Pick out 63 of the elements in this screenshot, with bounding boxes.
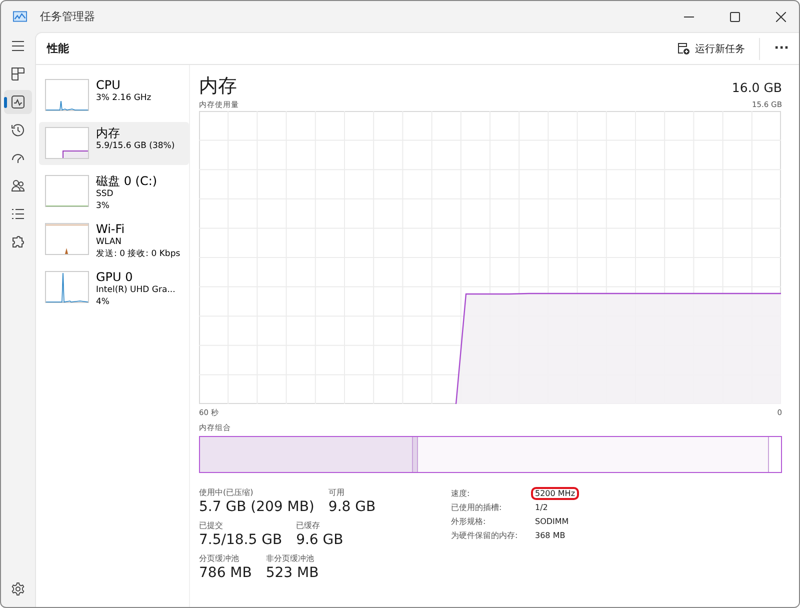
spec-label: 外形规格: <box>451 516 487 528</box>
spec-label: 已使用的插槽: <box>451 502 503 514</box>
device-detail: Intel(R) UHD Gra... <box>96 284 176 296</box>
users-icon <box>11 179 25 193</box>
spec-value: 5200 MHz <box>531 487 580 500</box>
close-icon[interactable] <box>776 12 786 22</box>
usage-thumbnail <box>45 175 89 207</box>
stat-value: 7.5/18.5 GB <box>199 531 282 549</box>
page-title: 性能 <box>47 41 69 56</box>
device-detail: 3% <box>96 200 110 212</box>
device-name: Wi-Fi <box>96 222 126 236</box>
device-detail: 4% <box>96 296 110 308</box>
maximize-icon[interactable] <box>730 12 740 22</box>
section-title: 内存 <box>199 74 237 99</box>
stat-value: 9.8 GB <box>328 498 376 516</box>
device-detail: 发送: 0 接收: 0 Kbps <box>96 248 180 260</box>
device-detail: 3% 2.16 GHz <box>96 92 152 104</box>
stat-label: 使用中(已压缩) <box>199 487 254 498</box>
more-button[interactable]: ··· <box>768 39 795 58</box>
device-item[interactable]: 磁盘 0 (C:) SSD 3% <box>39 170 189 213</box>
capacity-text: 16.0 GB <box>732 80 782 95</box>
history-icon <box>11 123 25 137</box>
new-task-icon <box>677 42 690 55</box>
settings-icon <box>11 582 25 596</box>
device-detail: SSD <box>96 188 114 200</box>
stat-value: 523 MB <box>266 564 319 582</box>
spec-value: 1/2 <box>534 502 549 514</box>
device-name: 内存 <box>96 126 121 140</box>
performance-icon <box>11 95 25 109</box>
stat-value: 786 MB <box>199 564 252 582</box>
app-icon <box>13 11 27 22</box>
spec-label: 为硬件保留的内存: <box>451 530 519 542</box>
stat-value: 9.6 GB <box>296 531 344 549</box>
spec-label: 速度: <box>451 488 471 500</box>
stat-label: 分页缓冲池 <box>199 553 240 564</box>
spec-value: SODIMM <box>534 516 570 528</box>
performance-nav-button[interactable] <box>4 90 32 114</box>
menu-icon <box>11 40 25 52</box>
stat-label: 非分页缓冲池 <box>266 553 315 564</box>
stat-label: 已提交 <box>199 520 224 531</box>
run-new-task-button[interactable]: 运行新任务 <box>671 38 752 60</box>
puzzle-icon <box>11 235 25 249</box>
device-item[interactable]: 内存 5.9/15.6 GB (38%) <box>39 122 189 165</box>
stat-label: 已缓存 <box>296 520 322 531</box>
list-icon <box>11 208 25 220</box>
usage-thumbnail <box>45 271 89 303</box>
spec-value: 368 MB <box>534 530 566 542</box>
device-detail: WLAN <box>96 236 123 248</box>
usage-thumbnail <box>45 79 89 111</box>
usage-thumbnail <box>45 127 89 159</box>
device-item[interactable]: GPU 0 Intel(R) UHD Gra... 4% <box>39 266 189 309</box>
device-item[interactable]: CPU 3% 2.16 GHz <box>39 74 189 117</box>
stat-value: 5.7 GB (209 MB) <box>199 498 314 516</box>
stat-label: 可用 <box>328 487 346 498</box>
device-name: CPU <box>96 78 122 92</box>
window-title: 任务管理器 <box>40 9 95 24</box>
device-detail: 5.9/15.6 GB (38%) <box>96 140 175 152</box>
device-name: 磁盘 0 (C:) <box>96 174 158 188</box>
speedometer-icon <box>11 151 25 165</box>
device-name: GPU 0 <box>96 270 134 284</box>
grid-icon <box>11 67 25 81</box>
device-item[interactable]: Wi-Fi WLAN 发送: 0 接收: 0 Kbps <box>39 218 189 261</box>
usage-thumbnail <box>45 223 89 255</box>
